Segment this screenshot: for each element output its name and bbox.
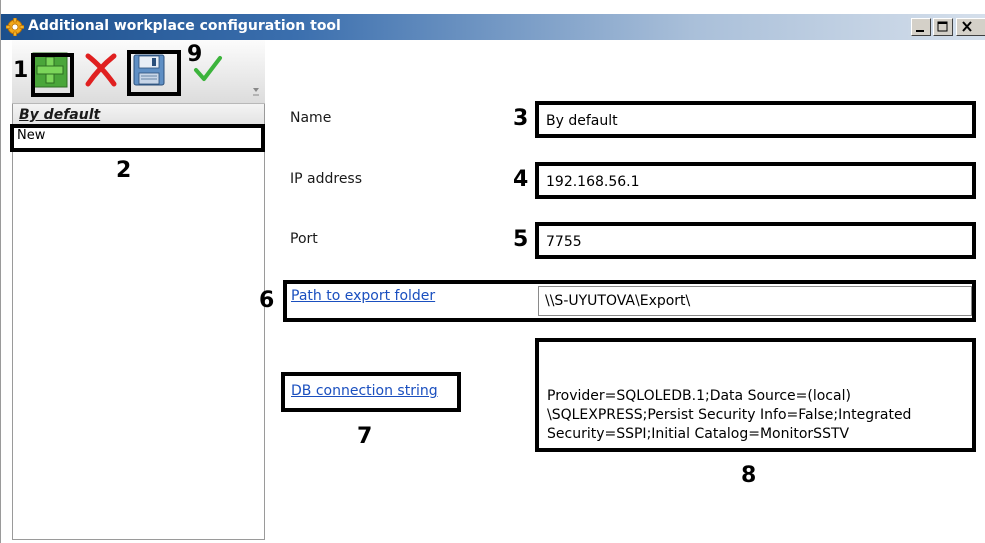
maximize-icon	[937, 21, 948, 32]
marker-7: 7	[357, 424, 373, 449]
list-header-label: By default	[19, 107, 101, 123]
minimize-button[interactable]	[911, 18, 931, 36]
marker-4: 4	[513, 167, 529, 192]
export-folder-field[interactable]: \\S-UYUTOVA\Export\	[538, 286, 972, 316]
export-folder-link[interactable]: Path to export folder	[291, 288, 435, 304]
ip-address-value: 192.168.56.1	[546, 174, 640, 190]
ip-address-field[interactable]: 192.168.56.1	[535, 162, 976, 199]
name-field[interactable]: By default	[535, 101, 976, 138]
marker-8: 8	[741, 463, 757, 488]
ip-address-label: IP address	[290, 171, 363, 187]
maximize-button[interactable]	[933, 18, 953, 36]
list-item-selected[interactable]: By default	[13, 104, 264, 126]
config-window: Additional workplace configuration tool	[0, 0, 985, 543]
title-bar[interactable]: Additional workplace configuration tool	[1, 14, 985, 40]
db-connection-value: Provider=SQLOLEDB.1;Data Source=(local) …	[547, 388, 912, 442]
close-button[interactable]	[956, 18, 985, 36]
name-label: Name	[290, 110, 332, 126]
x-icon[interactable]	[83, 52, 119, 88]
highlight-add-button	[31, 53, 74, 97]
db-connection-link[interactable]: DB connection string	[291, 383, 438, 399]
export-folder-value: \\S-UYUTOVA\Export\	[545, 293, 691, 309]
port-value: 7755	[546, 234, 582, 250]
highlight-save-button	[127, 50, 181, 96]
gear-icon	[6, 18, 24, 36]
minimize-icon	[916, 30, 924, 32]
marker-5: 5	[513, 227, 529, 252]
port-label: Port	[290, 231, 318, 247]
marker-1: 1	[13, 58, 29, 83]
highlight-new-item	[10, 124, 265, 152]
db-connection-field[interactable]: Provider=SQLOLEDB.1;Data Source=(local) …	[535, 338, 976, 452]
close-icon	[962, 21, 972, 32]
marker-6: 6	[259, 288, 275, 313]
toolbar-grip-icon[interactable]	[250, 74, 262, 102]
marker-9: 9	[187, 42, 203, 67]
marker-3: 3	[513, 106, 529, 131]
name-value: By default	[546, 113, 618, 129]
window-title: Additional workplace configuration tool	[28, 18, 341, 34]
port-field[interactable]: 7755	[535, 222, 976, 259]
marker-2: 2	[116, 158, 132, 183]
